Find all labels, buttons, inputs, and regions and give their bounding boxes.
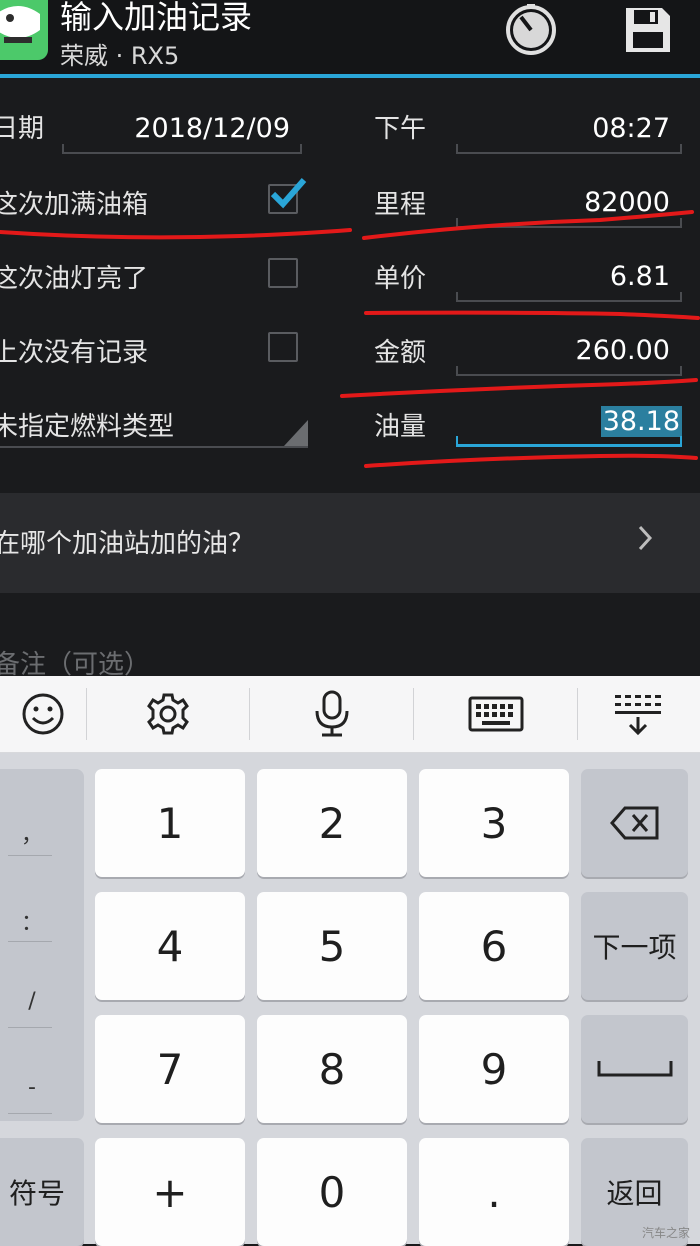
key-dot[interactable]: . xyxy=(419,1138,569,1246)
hide-keyboard-icon[interactable] xyxy=(578,676,700,752)
key-7[interactable]: 7 xyxy=(95,1015,245,1123)
key-1[interactable]: 1 xyxy=(95,769,245,877)
key-2[interactable]: 2 xyxy=(257,769,407,877)
red-annotation-strokes xyxy=(0,210,700,468)
space-key[interactable] xyxy=(581,1015,688,1123)
settings-icon[interactable] xyxy=(87,676,249,752)
key-9[interactable]: 9 xyxy=(419,1015,569,1123)
keyboard-icon[interactable] xyxy=(414,676,577,752)
key-6[interactable]: 6 xyxy=(419,892,569,1000)
key-plus[interactable]: + xyxy=(95,1138,245,1246)
emoji-icon[interactable] xyxy=(0,676,86,752)
backspace-key[interactable] xyxy=(581,769,688,877)
keyboard-toolbar xyxy=(0,676,700,753)
symbol-comma[interactable]: ， xyxy=(0,817,74,849)
chevron-right-icon xyxy=(636,523,656,560)
key-0[interactable]: 0 xyxy=(257,1138,407,1246)
space-icon xyxy=(597,1061,672,1077)
backspace-icon xyxy=(609,806,658,840)
numeric-keyboard: ， ： / - 1 2 3 4 5 6 下一项 7 8 9 符号 + 0 . 返… xyxy=(0,753,700,1246)
mic-icon[interactable] xyxy=(250,676,413,752)
watermark: 汽车之家 xyxy=(641,1226,690,1240)
key-4[interactable]: 4 xyxy=(95,892,245,1000)
next-key[interactable]: 下一项 xyxy=(581,892,688,1000)
symbol-slash[interactable]: / xyxy=(0,989,74,1014)
symbol-colon[interactable]: ： xyxy=(0,905,74,937)
gas-station-label: 在哪个加油站加的油？ xyxy=(0,529,255,559)
key-3[interactable]: 3 xyxy=(419,769,569,877)
symbol-dash[interactable]: - xyxy=(0,1075,74,1100)
key-5[interactable]: 5 xyxy=(257,892,407,1000)
symbol-column[interactable]: ， ： / - xyxy=(0,769,84,1121)
symbols-key[interactable]: 符号 xyxy=(0,1138,84,1246)
gas-station-row[interactable]: 在哪个加油站加的油？ xyxy=(0,493,700,593)
key-8[interactable]: 8 xyxy=(257,1015,407,1123)
